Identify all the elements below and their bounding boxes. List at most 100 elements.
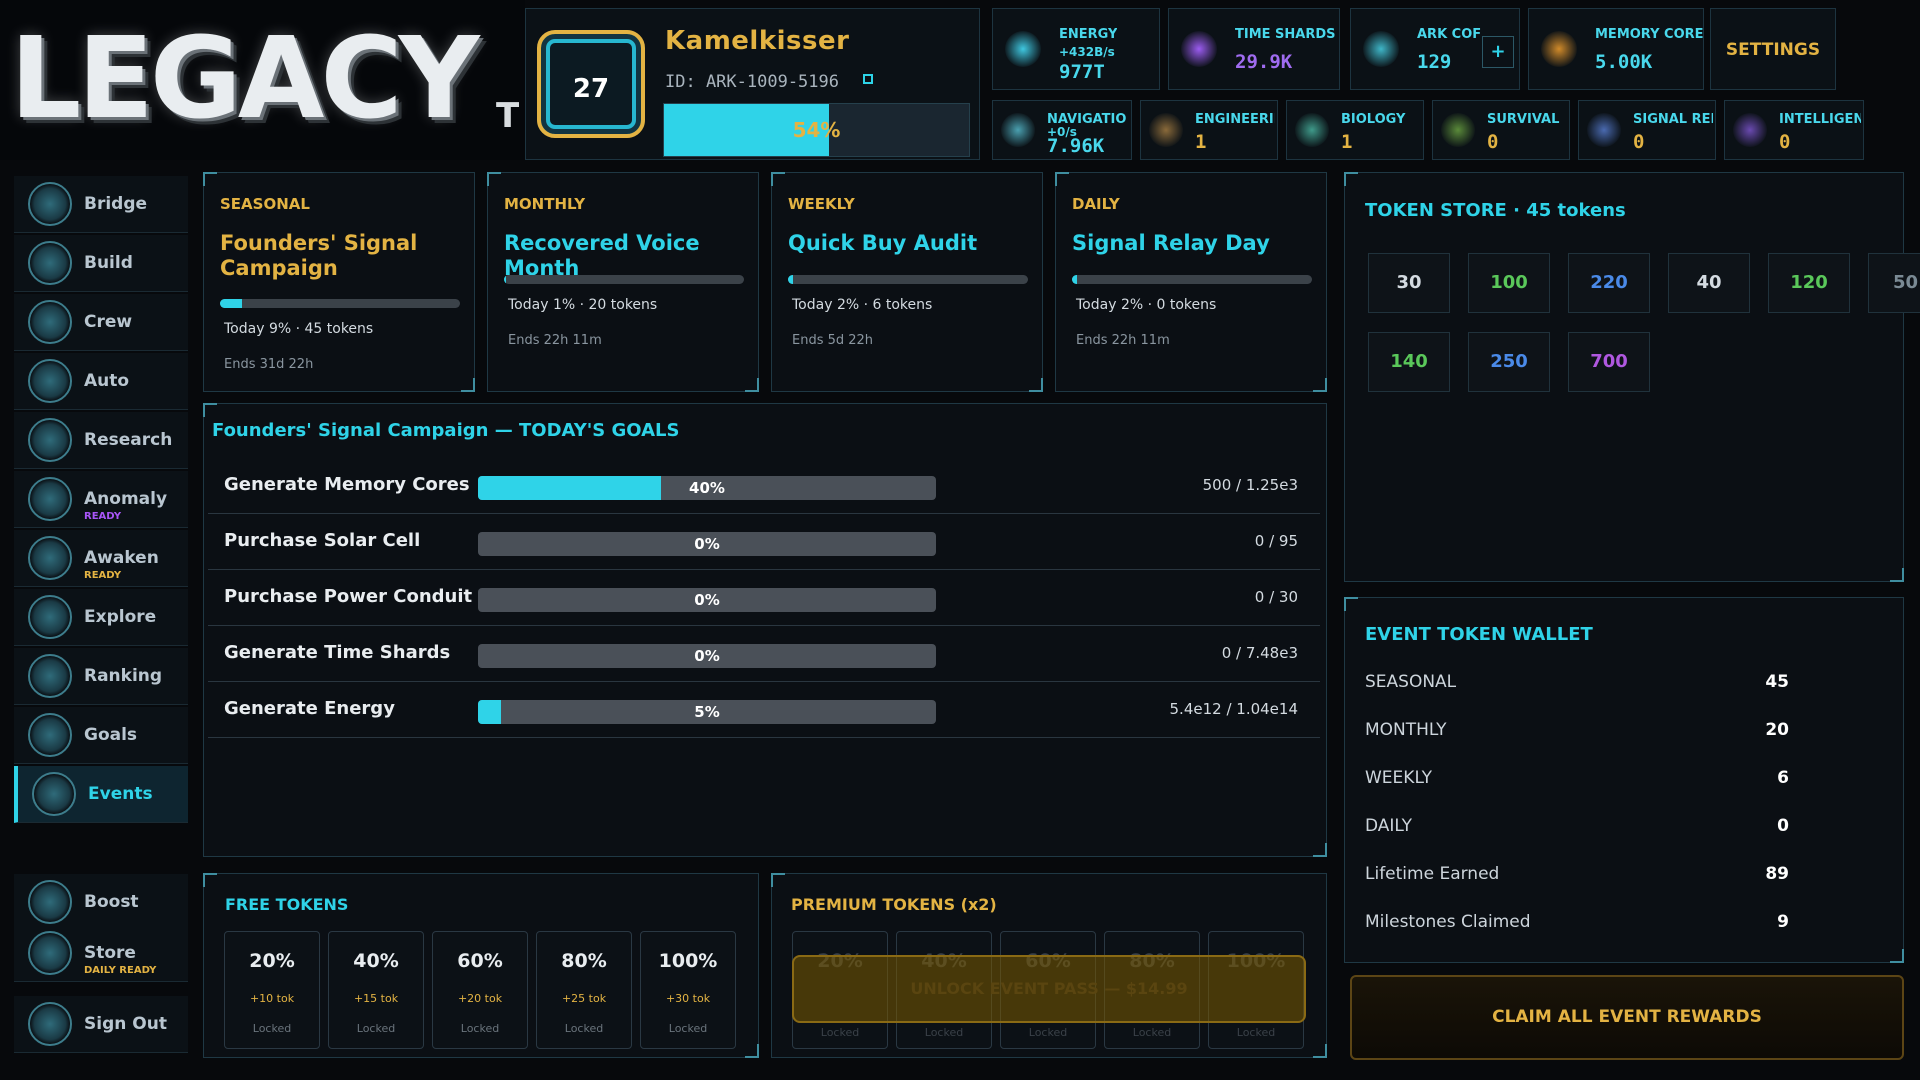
token-store-item[interactable]: 140 bbox=[1368, 332, 1450, 392]
event-today: Today 1% · 20 tokens bbox=[508, 297, 658, 313]
goal-row: Generate Energy 5% 5.4e12 / 1.04e14 bbox=[208, 682, 1320, 738]
sidebar-item-label: Bridge bbox=[84, 194, 148, 214]
event-category: DAILY bbox=[1072, 195, 1120, 213]
wallet-label: Lifetime Earned bbox=[1365, 864, 1500, 884]
token-store-item[interactable]: 50 bbox=[1868, 253, 1920, 313]
goal-progress-bar: 0% bbox=[478, 644, 936, 668]
goal-row: Generate Time Shards 0% 0 / 7.48e3 bbox=[208, 626, 1320, 682]
token-store-item[interactable]: 120 bbox=[1768, 253, 1850, 313]
wallet-value: 6 bbox=[1777, 768, 1789, 788]
event-name: Founders' Signal Campaign bbox=[220, 231, 418, 280]
sidebar-item-build[interactable]: Build bbox=[14, 235, 188, 292]
goal-count: 5.4e12 / 1.04e14 bbox=[1169, 700, 1298, 718]
memory-core-icon bbox=[1541, 31, 1577, 67]
event-name: Quick Buy Audit bbox=[788, 231, 978, 255]
resource-biology: BIOLOGY 1 bbox=[1286, 100, 1424, 160]
sidebar-item-awaken[interactable]: Awaken READY bbox=[14, 530, 188, 587]
event-card-monthly[interactable]: MONTHLY Recovered Voice Month Today 1% · 2… bbox=[487, 172, 759, 392]
sidebar-item-tag: DAILY READY bbox=[84, 965, 157, 976]
wallet-value: 0 bbox=[1777, 816, 1789, 836]
ark-add-button[interactable]: + bbox=[1482, 36, 1514, 68]
unlock-event-pass-button[interactable]: UNLOCK EVENT PASS — $14.99 bbox=[792, 955, 1306, 1023]
sidebar-item-research[interactable]: Research bbox=[14, 412, 188, 469]
player-id: ID: ARK-1009-5196 bbox=[665, 72, 839, 92]
event-ends: Ends 22h 11m bbox=[508, 333, 602, 348]
token-store-item[interactable]: 30 bbox=[1368, 253, 1450, 313]
awaken-icon bbox=[28, 536, 72, 580]
sidebar-item-anomaly[interactable]: Anomaly READY bbox=[14, 471, 188, 528]
token-store-title: TOKEN STORE · 45 tokens bbox=[1365, 200, 1626, 221]
resource-signal-rei: SIGNAL REI 0 bbox=[1578, 100, 1716, 160]
token-store-item[interactable]: 700 bbox=[1568, 332, 1650, 392]
goal-count: 500 / 1.25e3 bbox=[1202, 476, 1298, 494]
resource-engineerii: ENGINEERII 1 bbox=[1140, 100, 1278, 160]
tier-percent: 40% bbox=[353, 950, 399, 972]
sidebar-item-crew[interactable]: Crew bbox=[14, 294, 188, 351]
sidebar-item-label: Research bbox=[84, 430, 173, 450]
tier-state: Locked bbox=[564, 1022, 604, 1035]
sidebar-item-events[interactable]: Events bbox=[14, 766, 188, 823]
resource-label: ENGINEERII bbox=[1195, 112, 1275, 127]
sidebar-item-sign-out[interactable]: Sign Out bbox=[14, 996, 188, 1053]
goal-percent: 5% bbox=[694, 703, 720, 721]
tier-percent: 100% bbox=[658, 950, 718, 972]
claim-all-button[interactable]: CLAIM ALL EVENT REWARDS bbox=[1350, 975, 1904, 1060]
event-progress-fill bbox=[1072, 275, 1077, 284]
token-store-item[interactable]: 250 bbox=[1468, 332, 1550, 392]
event-card-weekly[interactable]: WEEKLY Quick Buy Audit Today 2% · 6 tokens… bbox=[771, 172, 1043, 392]
sidebar-item-explore[interactable]: Explore bbox=[14, 589, 188, 646]
lightning-icon bbox=[1005, 31, 1041, 67]
auto-icon bbox=[28, 359, 72, 403]
goal-progress-bar: 0% bbox=[478, 532, 936, 556]
event-ends: Ends 5d 22h bbox=[792, 333, 874, 348]
goal-progress-bar: 0% bbox=[478, 588, 936, 612]
free-token-tier[interactable]: 20% +10 tok Locked bbox=[224, 931, 320, 1049]
resource-value: 0 bbox=[1487, 131, 1499, 153]
logo-text: LEGACY bbox=[10, 14, 480, 144]
wallet-label: Milestones Claimed bbox=[1365, 912, 1531, 932]
tier-percent: 80% bbox=[561, 950, 607, 972]
free-token-tier[interactable]: 100% +30 tok Locked bbox=[640, 931, 736, 1049]
free-token-tier[interactable]: 40% +15 tok Locked bbox=[328, 931, 424, 1049]
event-category: WEEKLY bbox=[788, 195, 855, 213]
event-card-seasonal[interactable]: SEASONAL Founders' Signal Campaign Today 9… bbox=[203, 172, 475, 392]
research-icon bbox=[28, 418, 72, 462]
event-card-daily[interactable]: DAILY Signal Relay Day Today 2% · 0 tokens… bbox=[1055, 172, 1327, 392]
sidebar-item-bridge[interactable]: Bridge bbox=[14, 176, 188, 233]
event-today: Today 9% · 45 tokens bbox=[224, 321, 374, 337]
token-store-item[interactable]: 40 bbox=[1668, 253, 1750, 313]
goal-percent: 0% bbox=[694, 535, 720, 553]
goal-count: 0 / 95 bbox=[1254, 532, 1298, 550]
token-store-item[interactable]: 220 bbox=[1568, 253, 1650, 313]
resource-label: ENERGY bbox=[1059, 27, 1118, 42]
sidebar-item-auto[interactable]: Auto bbox=[14, 353, 188, 410]
sidebar-item-boost[interactable]: Boost bbox=[14, 874, 188, 931]
free-tokens-title: FREE TOKENS bbox=[225, 895, 349, 914]
wallet-value: 45 bbox=[1765, 672, 1789, 692]
goal-name: Purchase Power Conduit bbox=[224, 586, 473, 607]
free-token-tier[interactable]: 80% +25 tok Locked bbox=[536, 931, 632, 1049]
copy-id-icon[interactable] bbox=[863, 74, 873, 84]
build-icon bbox=[28, 241, 72, 285]
resource-intelligen: INTELLIGEN 0 bbox=[1724, 100, 1864, 160]
game-logo: LEGACY T bbox=[0, 0, 525, 160]
engineering-icon bbox=[1149, 113, 1183, 147]
tier-reward: +20 tok bbox=[457, 992, 503, 1005]
boost-icon bbox=[28, 880, 72, 924]
bridge-icon bbox=[28, 182, 72, 226]
resource-value: 1 bbox=[1341, 131, 1353, 153]
token-store-item[interactable]: 100 bbox=[1468, 253, 1550, 313]
sidebar-item-store[interactable]: Store DAILY READY bbox=[14, 925, 188, 982]
sidebar-item-label: Events bbox=[88, 784, 153, 804]
sidebar-item-goals[interactable]: Goals bbox=[14, 707, 188, 764]
logo-suffix: T bbox=[496, 96, 520, 136]
xp-bar: 54% bbox=[663, 103, 970, 157]
tier-state: Locked bbox=[1028, 1026, 1068, 1039]
event-progress-fill bbox=[788, 275, 793, 284]
wallet-label: DAILY bbox=[1365, 816, 1413, 836]
event-progress-bar bbox=[220, 299, 460, 308]
sidebar-item-ranking[interactable]: Ranking bbox=[14, 648, 188, 705]
resource-value: 0 bbox=[1633, 131, 1645, 153]
free-token-tier[interactable]: 60% +20 tok Locked bbox=[432, 931, 528, 1049]
settings-button[interactable]: SETTINGS bbox=[1710, 8, 1836, 90]
